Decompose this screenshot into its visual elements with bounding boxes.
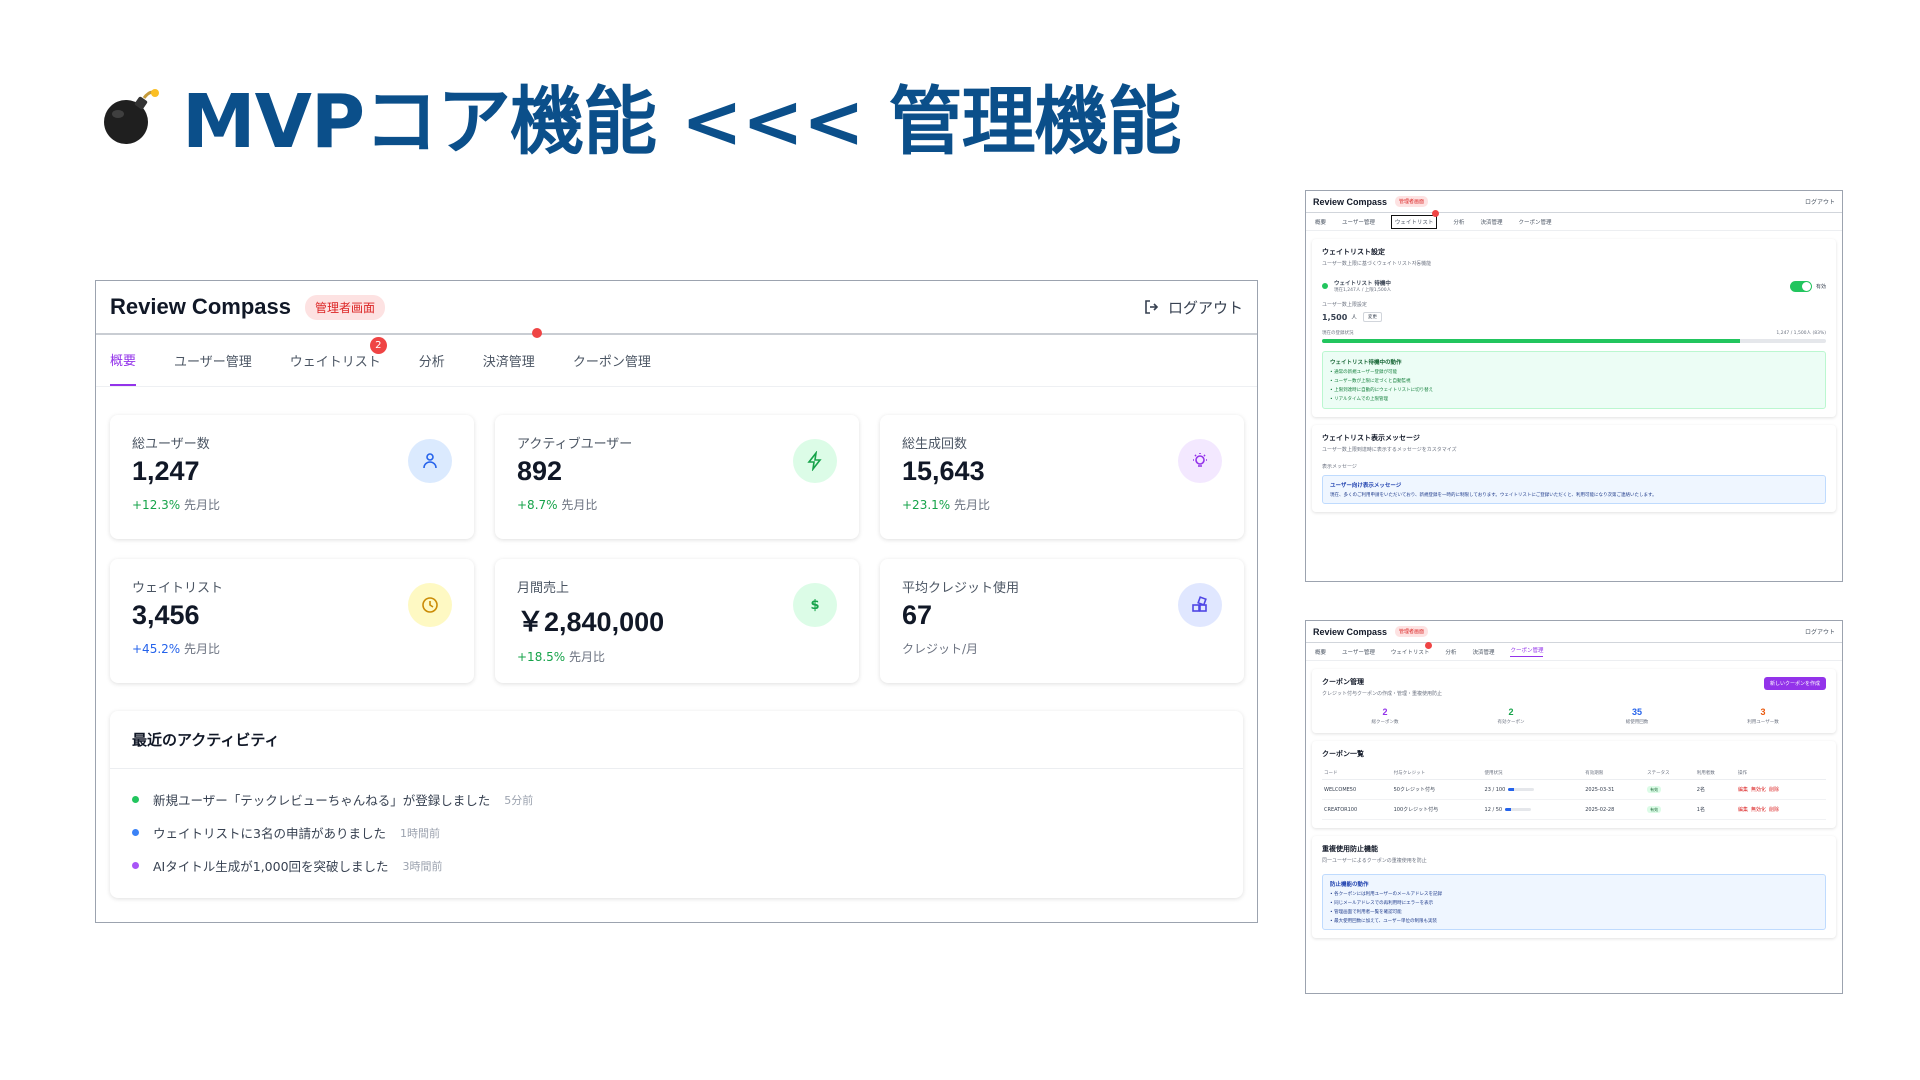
prevention-info-box: 防止機能の動作 • 各クーポンには利用ユーザーのメールアドレスを記録 • 同じメ…	[1322, 874, 1826, 930]
activity-item: ウェイトリストに3名の申請がありました 1時間前	[132, 816, 1221, 849]
slide-heading: MVPコア機能 <<< 管理機能	[182, 79, 1182, 165]
delete-link[interactable]: 削除	[1769, 787, 1779, 793]
tab-coupons[interactable]: クーポン管理	[1510, 646, 1544, 657]
waitlist-settings-panel: ウェイトリスト設定 ユーザー数上限に基づくウェイトリスト자동機能 ウェイトリスト…	[1312, 239, 1836, 417]
bomb-icon	[104, 88, 159, 144]
tab-users[interactable]: ユーザー管理	[1342, 648, 1375, 656]
tab-payments[interactable]: 決済管理	[1480, 218, 1502, 226]
tab-payments[interactable]: 決済管理	[483, 335, 535, 386]
tab-users[interactable]: ユーザー管理	[174, 335, 252, 386]
edit-link[interactable]: 編集	[1738, 807, 1748, 813]
tab-waitlist[interactable]: ウェイトリスト	[1390, 209, 1440, 229]
logout-button[interactable]: ログアウト	[1805, 627, 1835, 636]
stat-card-total-generations: 総生成回数 15,643 +23.1% 先月比	[880, 415, 1244, 539]
delete-link[interactable]: 削除	[1769, 807, 1779, 813]
message-preview-box: ユーザー向け表示メッセージ 現在、多くのご利用申請をいただいており、新規登録を一…	[1322, 475, 1826, 504]
app-header: Review Compass 管理者画面 ログアウト	[96, 281, 1257, 335]
waitlist-toggle[interactable]	[1789, 280, 1812, 292]
waitlist-settings-screenshot: Review Compass 管理者画面 ログアウト 概要 ユーザー管理 ウェイ…	[1305, 190, 1843, 582]
dollar-icon: $	[793, 583, 837, 627]
stat-card-total-users: 総ユーザー数 1,247 +12.3% 先月比	[110, 415, 474, 539]
slide-title: MVPコア機能 <<< 管理機能	[100, 62, 1182, 169]
clock-icon	[408, 583, 452, 627]
activity-item: 新規ユーザー「テックレビューちゃんねる」が登録しました 5分前	[132, 783, 1221, 816]
logout-button[interactable]: ログアウト	[1805, 197, 1835, 206]
activity-title: 最近のアクティビティ	[110, 711, 1243, 769]
stat-card-waitlist: ウェイトリスト 3,456 +45.2% 先月比	[110, 559, 474, 683]
tab-users[interactable]: ユーザー管理	[1342, 218, 1375, 226]
table-row: WELCOME50 50クレジット付与 23 / 100 2025-03-31 …	[1322, 779, 1826, 800]
lightbulb-icon	[1178, 439, 1222, 483]
tab-analytics[interactable]: 分析	[1445, 648, 1456, 656]
tab-payments[interactable]: 決済管理	[1472, 648, 1494, 656]
tab-waitlist[interactable]: ウェイトリスト	[1391, 641, 1433, 656]
tab-overview[interactable]: 概要	[110, 335, 137, 386]
coupon-list-panel: クーポン一覧 コード 付与クレジット 使用状況 有効期限 ステータス 利用者数 操作 WEL…	[1312, 741, 1836, 828]
disable-link[interactable]: 無効化	[1751, 787, 1766, 793]
tab-coupons[interactable]: クーポン管理	[573, 335, 651, 386]
logout-button[interactable]: ログアウト	[1144, 297, 1243, 318]
activity-item: AIタイトル生成が1,000回を突破しました 3時間前	[132, 849, 1221, 882]
notification-dot	[532, 328, 542, 338]
coupon-stat: 2 有効クーポン	[1497, 707, 1525, 725]
admin-badge: 管理者画面	[304, 294, 385, 320]
tab-coupons[interactable]: クーポン管理	[1518, 218, 1551, 226]
main-tabs: 概要 ユーザー管理 ウェイトリスト 2 分析 決済管理 クーポン管理	[96, 328, 1257, 387]
change-limit-button[interactable]: 変更	[1362, 312, 1382, 322]
stats-cards: 総ユーザー数 1,247 +12.3% 先月比 アクティブユーザー 892 +8…	[96, 387, 1257, 683]
recent-activity-panel: 最近のアクティビティ 新規ユーザー「テックレビューちゃんねる」が登録しました 5分…	[110, 711, 1243, 898]
admin-overview-screenshot: Review Compass 管理者画面 ログアウト 概要 ユーザー管理 ウェイ…	[95, 280, 1258, 923]
waitlist-behavior-box: ウェイトリスト待機中の動作 • 通常の新規ユーザー登録が可能 • ユーザー数が上…	[1322, 351, 1826, 409]
tab-overview[interactable]: 概要	[1315, 648, 1326, 656]
waitlist-count-badge: 2	[369, 337, 387, 354]
coupon-management-screenshot: Review Compass 管理者画面 ログアウト 概要 ユーザー管理 ウェイ…	[1305, 620, 1843, 994]
user-icon	[408, 439, 452, 483]
coupon-summary-panel: クーポン管理 クレジット付与クーポンの作成・管理・重複使用防止 新しいクーポンを…	[1312, 669, 1836, 733]
stat-card-monthly-revenue: 月間売上 ￥2,840,000 +18.5% 先月比 $	[495, 559, 859, 683]
registration-progress-bar	[1322, 339, 1826, 343]
blocks-icon	[1178, 583, 1222, 627]
lightning-icon	[793, 439, 837, 483]
table-row: CREATOR100 100クレジット付与 12 / 50 2025-02-28…	[1322, 799, 1826, 820]
brand-name: Review Compass	[110, 294, 291, 319]
edit-link[interactable]: 編集	[1738, 787, 1748, 793]
coupon-stat: 35 総使用回数	[1625, 707, 1649, 725]
coupon-table: コード 付与クレジット 使用状況 有効期限 ステータス 利用者数 操作 WELCOME50 …	[1322, 767, 1826, 820]
coupon-stat: 3 利用ユーザー数	[1747, 707, 1779, 725]
logout-label: ログアウト	[1167, 298, 1243, 317]
duplicate-prevention-panel: 重複使用防止機能 同一ユーザーによるクーポンの重複使用を防止 防止機能の動作 •…	[1312, 836, 1836, 938]
stat-card-avg-credit: 平均クレジット使用 67 クレジット/月	[880, 559, 1244, 683]
tab-analytics[interactable]: 分析	[1453, 218, 1464, 226]
logout-icon	[1145, 300, 1159, 314]
svg-text:$: $	[810, 598, 819, 613]
coupon-stat: 2 総クーポン数	[1371, 707, 1399, 725]
tab-waitlist[interactable]: ウェイトリスト 2	[290, 335, 387, 386]
tab-analytics[interactable]: 分析	[419, 335, 445, 386]
new-coupon-button[interactable]: 新しいクーポンを作成	[1763, 677, 1826, 690]
stat-card-active-users: アクティブユーザー 892 +8.7% 先月比	[495, 415, 859, 539]
tab-overview[interactable]: 概要	[1315, 218, 1326, 226]
disable-link[interactable]: 無効化	[1751, 807, 1766, 813]
waitlist-message-panel: ウェイトリスト表示メッセージ ユーザー数上限到達時に表示するメッセージをカスタマ…	[1312, 425, 1836, 512]
